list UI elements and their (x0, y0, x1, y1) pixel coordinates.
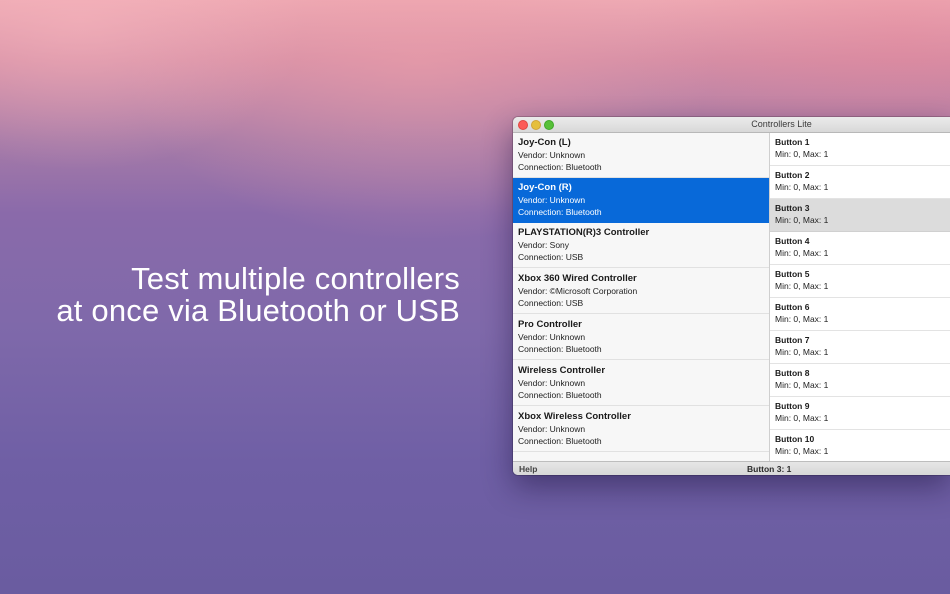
button-range: Min: 0, Max: 1 (775, 182, 829, 192)
button-list-item[interactable]: Button 5 Min: 0, Max: 1 (770, 265, 950, 298)
controller-connection: Connection: USB (518, 252, 584, 262)
button-name: Button 1 (775, 137, 810, 147)
controller-name: Joy-Con (L) (518, 137, 571, 148)
tagline-line-1: Test multiple controllers (131, 261, 460, 296)
controller-vendor: Vendor: Sony (518, 240, 570, 250)
button-list-item[interactable]: Button 7 Min: 0, Max: 1 (770, 331, 950, 364)
controller-vendor: Vendor: Unknown (518, 424, 586, 434)
status-bar: Help Button 3: 1 (513, 461, 950, 475)
controller-list-item[interactable]: Joy-Con (L) Vendor: Unknown Connection: … (513, 133, 769, 178)
controller-connection: Connection: Bluetooth (518, 162, 602, 172)
button-name: Button 6 (775, 302, 810, 312)
marketing-tagline: Test multiple controllers at once via Bl… (56, 263, 460, 327)
controller-connection: Connection: USB (518, 298, 584, 308)
button-name: Button 5 (775, 269, 810, 279)
controller-vendor: Vendor: Unknown (518, 332, 586, 342)
controller-connection: Connection: Bluetooth (518, 207, 602, 217)
controller-vendor: Vendor: ©Microsoft Corporation (518, 286, 638, 296)
button-name: Button 7 (775, 335, 810, 345)
button-range: Min: 0, Max: 1 (775, 413, 829, 423)
controller-name: Pro Controller (518, 319, 582, 330)
button-name: Button 4 (775, 236, 810, 246)
controller-list-item[interactable]: PLAYSTATION(R)3 Controller Vendor: Sony … (513, 223, 769, 268)
button-name: Button 9 (775, 401, 810, 411)
button-range: Min: 0, Max: 1 (775, 281, 829, 291)
button-range: Min: 0, Max: 1 (775, 314, 829, 324)
help-button[interactable]: Help (519, 464, 537, 474)
controller-name: PLAYSTATION(R)3 Controller (518, 227, 650, 238)
button-name: Button 2 (775, 170, 810, 180)
button-range: Min: 0, Max: 1 (775, 149, 829, 159)
button-range: Min: 0, Max: 1 (775, 248, 829, 258)
controller-list-item[interactable]: Pro Controller Vendor: Unknown Connectio… (513, 315, 769, 360)
controller-list-item[interactable]: Xbox 360 Wired Controller Vendor: ©Micro… (513, 269, 769, 314)
button-range: Min: 0, Max: 1 (775, 215, 829, 225)
button-name: Button 3 (775, 203, 810, 213)
button-list: Button 1 Min: 0, Max: 1 Button 2 Min: 0,… (770, 133, 950, 461)
button-list-item[interactable]: Button 2 Min: 0, Max: 1 (770, 166, 950, 199)
button-range: Min: 0, Max: 1 (775, 380, 829, 390)
button-list-item[interactable]: Button 1 Min: 0, Max: 1 (770, 133, 950, 166)
controller-list-item-selected[interactable]: Joy-Con (R) Vendor: Unknown Connection: … (513, 178, 769, 223)
controller-vendor: Vendor: Unknown (518, 150, 586, 160)
button-list-item[interactable]: Button 9 Min: 0, Max: 1 (770, 397, 950, 430)
controller-vendor: Vendor: Unknown (518, 378, 586, 388)
button-range: Min: 0, Max: 1 (775, 446, 829, 456)
status-readout: Button 3: 1 (747, 464, 792, 474)
button-list-item[interactable]: Button 10 Min: 0, Max: 1 (770, 430, 950, 461)
title-bar[interactable]: Controllers Lite (513, 117, 950, 133)
window-title: Controllers Lite (751, 119, 812, 129)
button-list-item[interactable]: Button 6 Min: 0, Max: 1 (770, 298, 950, 331)
controller-connection: Connection: Bluetooth (518, 390, 602, 400)
controller-name: Joy-Con (R) (518, 182, 572, 193)
controller-vendor: Vendor: Unknown (518, 195, 586, 205)
controller-list-item[interactable]: Xbox Wireless Controller Vendor: Unknown… (513, 407, 769, 452)
controller-list-item[interactable]: Wireless Controller Vendor: Unknown Conn… (513, 361, 769, 406)
button-list-item[interactable]: Button 4 Min: 0, Max: 1 (770, 232, 950, 265)
button-name: Button 10 (775, 434, 815, 444)
button-name: Button 8 (775, 368, 810, 378)
controller-name: Wireless Controller (518, 365, 606, 376)
controller-list: Joy-Con (L) Vendor: Unknown Connection: … (513, 133, 770, 461)
app-window: Controllers Lite Joy-Con (L) Vendor: Unk… (513, 117, 950, 475)
controller-name: Xbox 360 Wired Controller (518, 273, 637, 284)
controller-name: Xbox Wireless Controller (518, 411, 631, 422)
button-list-item[interactable]: Button 8 Min: 0, Max: 1 (770, 364, 950, 397)
button-range: Min: 0, Max: 1 (775, 347, 829, 357)
controller-connection: Connection: Bluetooth (518, 436, 602, 446)
button-list-item-active[interactable]: Button 3 Min: 0, Max: 1 (770, 199, 950, 232)
tagline-line-2: at once via Bluetooth or USB (56, 293, 460, 328)
controller-connection: Connection: Bluetooth (518, 344, 602, 354)
